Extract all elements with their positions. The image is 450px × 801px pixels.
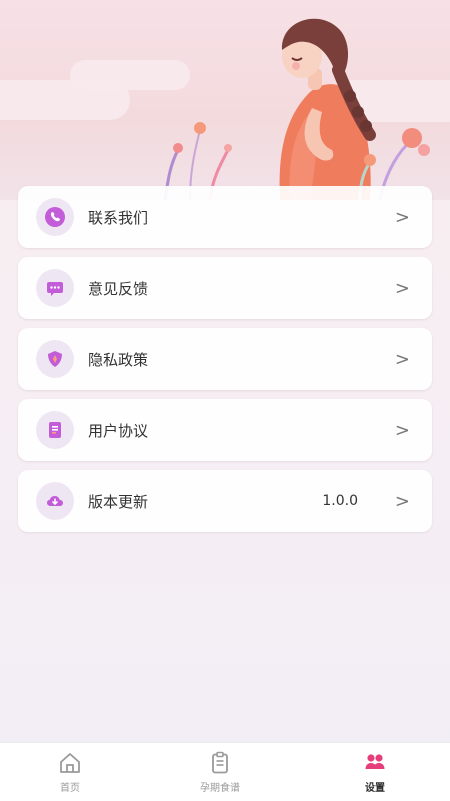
tab-settings[interactable]: 设置 — [300, 743, 450, 801]
menu-item-feedback[interactable]: 意见反馈 > — [18, 257, 432, 319]
home-icon — [57, 750, 83, 776]
menu-item-user-agreement[interactable]: 用户协议 > — [18, 399, 432, 461]
tab-pregnancy-recipes[interactable]: 孕期食谱 — [140, 743, 300, 801]
chevron-right-icon: > — [394, 419, 410, 441]
tab-label: 首页 — [60, 783, 80, 794]
bottom-tab-bar: 首页 孕期食谱 设置 — [0, 742, 450, 801]
menu-item-label: 隐私政策 — [88, 350, 149, 369]
users-icon — [362, 750, 388, 776]
menu-item-label: 用户协议 — [88, 421, 149, 440]
tab-home[interactable]: 首页 — [0, 743, 140, 801]
settings-menu: 联系我们 > 意见反馈 > 隐私政策 > 用户协议 > 版本更新 1.0.0 > — [18, 186, 432, 541]
menu-item-label: 版本更新 — [88, 492, 149, 511]
menu-item-label: 意见反馈 — [88, 279, 149, 298]
tab-label: 设置 — [365, 783, 385, 794]
cloud-decoration — [70, 60, 190, 90]
chevron-right-icon: > — [394, 206, 410, 228]
header-illustration — [0, 0, 450, 200]
version-number: 1.0.0 — [322, 493, 358, 509]
chat-icon — [36, 269, 74, 307]
clipboard-icon — [207, 750, 233, 776]
menu-item-contact-us[interactable]: 联系我们 > — [18, 186, 432, 248]
menu-item-label: 联系我们 — [88, 208, 149, 227]
shield-icon — [36, 340, 74, 378]
document-icon — [36, 411, 74, 449]
chevron-right-icon: > — [394, 277, 410, 299]
menu-item-privacy-policy[interactable]: 隐私政策 > — [18, 328, 432, 390]
menu-item-version-update[interactable]: 版本更新 1.0.0 > — [18, 470, 432, 532]
chevron-right-icon: > — [394, 348, 410, 370]
phone-icon — [36, 198, 74, 236]
tab-label: 孕期食谱 — [200, 783, 240, 794]
cloud-download-icon — [36, 482, 74, 520]
chevron-right-icon: > — [394, 490, 410, 512]
